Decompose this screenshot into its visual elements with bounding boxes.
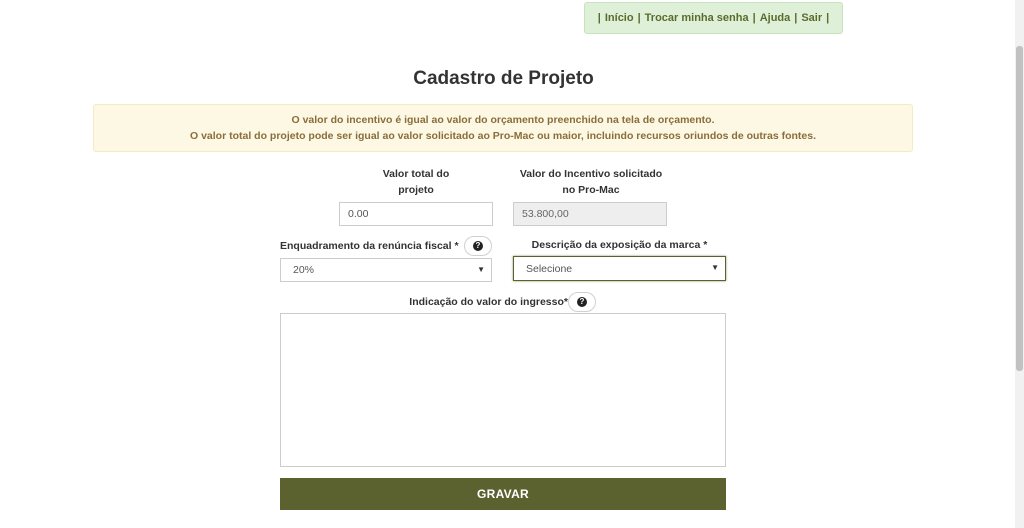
valor-ingresso-textarea[interactable] (280, 313, 726, 467)
exposicao-marca-select[interactable]: Selecione ▼ (513, 256, 726, 281)
enquadramento-label: Enquadramento da renúncia fiscal * (280, 240, 459, 252)
valor-total-label-line-2: projeto (398, 184, 434, 196)
valor-total-label: Valor total do projeto (339, 166, 493, 198)
valor-incentivo-label: Valor do Incentivo solicitado no Pro-Mac (505, 166, 677, 198)
valor-total-label-line-1: Valor total do (382, 168, 450, 180)
exposicao-marca-selected-value: Selecione (526, 262, 573, 275)
caret-down-icon: ▼ (477, 265, 485, 274)
gravar-button[interactable]: GRAVAR (280, 478, 726, 510)
page-title: Cadastro de Projeto (413, 68, 594, 89)
valor-total-input[interactable]: 0.00 (339, 202, 493, 226)
valor-incentivo-label-line-2: no Pro-Mac (562, 184, 620, 196)
top-nav: | Início | Trocar minha senha | Ajuda | … (584, 2, 843, 34)
valor-incentivo-input: 53.800,00 (513, 202, 667, 226)
nav-separator: | (794, 12, 798, 24)
nav-separator: | (752, 12, 756, 24)
alert-line-1: O valor do incentivo é igual ao valor do… (291, 114, 715, 126)
question-circle-icon: ? (577, 297, 587, 307)
nav-link-inicio[interactable]: Início (605, 12, 634, 24)
valor-ingresso-label: Indicação do valor do ingresso* (409, 296, 568, 308)
page-scrollbar[interactable] (1015, 0, 1024, 528)
nav-link-trocar-senha[interactable]: Trocar minha senha (645, 12, 749, 24)
alert-line-2: O valor total do projeto pode ser igual … (189, 130, 817, 142)
nav-separator: | (637, 12, 641, 24)
valor-ingresso-help-button[interactable]: ? (568, 292, 596, 312)
nav-separator: | (597, 12, 601, 24)
enquadramento-select[interactable]: 20% ▼ (280, 258, 492, 282)
enquadramento-help-button[interactable]: ? (464, 236, 492, 256)
nav-separator: | (826, 12, 830, 24)
nav-link-sair[interactable]: Sair (801, 12, 822, 24)
scrollbar-thumb[interactable] (1016, 46, 1023, 371)
question-circle-icon: ? (473, 241, 483, 251)
info-alert: O valor do incentivo é igual ao valor do… (93, 104, 913, 152)
enquadramento-selected-value: 20% (293, 264, 315, 276)
exposicao-marca-label: Descrição da exposição da marca * (531, 239, 708, 251)
caret-down-icon: ▼ (711, 263, 719, 272)
valor-incentivo-label-line-1: Valor do Incentivo solicitado (519, 168, 663, 180)
nav-link-ajuda[interactable]: Ajuda (760, 12, 791, 24)
